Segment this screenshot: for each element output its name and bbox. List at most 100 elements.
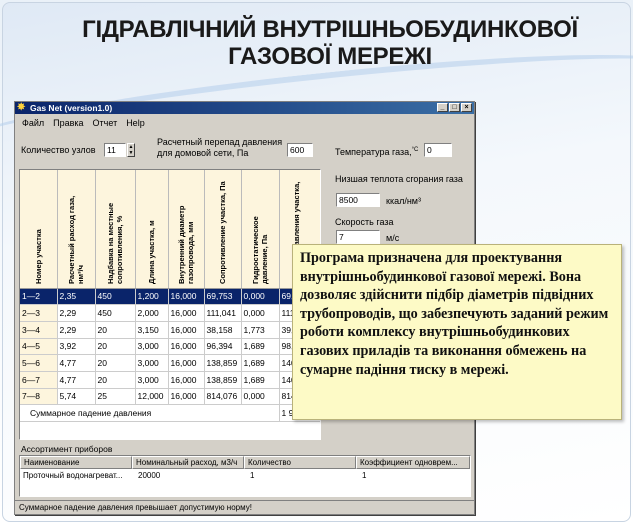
total-label: Суммарное падение давления	[20, 404, 279, 422]
table-row[interactable]: 5—6 4,77 20 3,000 16,000 138,859 1,689 1…	[20, 354, 320, 372]
total-row: Суммарное падение давления 1 943,109	[20, 404, 320, 422]
cell: 3—4	[20, 321, 58, 339]
cell: 16,000	[168, 354, 205, 372]
cell: 3,92	[57, 338, 96, 356]
temperature-input[interactable]: 0	[424, 143, 452, 157]
cell: 1—2	[20, 288, 58, 306]
col-header-text: Надбавка на местные сопротивления, %	[106, 202, 124, 284]
devices-row[interactable]: Проточный водонагреват... 20000 1 1	[20, 469, 470, 482]
devices-col-name[interactable]: Наименование	[20, 456, 132, 469]
cell: 1,689	[241, 371, 280, 389]
cell: 111,041	[204, 304, 242, 322]
table-row[interactable]: 1—2 2,35 450 1,200 16,000 69,753 0,000 6…	[20, 288, 320, 306]
cell: 2,35	[57, 288, 96, 306]
window-titlebar[interactable]: ✸ Gas Net (version1.0) _ □ ×	[15, 102, 474, 114]
cell: 3,000	[135, 354, 169, 372]
col-header-text: Расчетный расход газа, нм³/ч	[67, 195, 85, 284]
nodes-spinner[interactable]: ▲ ▼	[127, 143, 135, 157]
col-header-text: Номер участка	[33, 228, 43, 284]
cell: 4,77	[57, 371, 96, 389]
window-title: Gas Net (version1.0)	[30, 103, 113, 113]
cell: Проточный водонагреват...	[23, 471, 123, 480]
cell: 4,77	[57, 354, 96, 372]
cell: 2,000	[135, 304, 169, 322]
nodes-label: Количество узлов	[21, 145, 96, 155]
close-icon[interactable]: ×	[461, 103, 472, 112]
cell: 12,000	[135, 388, 169, 406]
devices-header-row: Наименование Номинальный расход, м3/ч Ко…	[20, 456, 470, 469]
menu-item-help[interactable]: Help	[125, 118, 146, 128]
cell: 16,000	[168, 288, 205, 306]
col-header-hydrostatic[interactable]: Гидростатическое давление, Па	[241, 170, 280, 289]
cell: 5—6	[20, 354, 58, 372]
cell: 20	[95, 321, 136, 339]
cell: 2,29	[57, 304, 96, 322]
devices-table[interactable]: Наименование Номинальный расход, м3/ч Ко…	[19, 455, 471, 497]
cell: 6—7	[20, 371, 58, 389]
slide-title: ГІДРАВЛІЧНИЙ ВНУТРІШНЬОБУДИНКОВОЇ ГАЗОВО…	[82, 16, 578, 70]
temperature-label: Температура газа,°C	[335, 147, 419, 157]
maximize-icon[interactable]: □	[449, 103, 460, 112]
col-header-section[interactable]: Номер участка	[20, 170, 58, 289]
col-header-resistance[interactable]: Сопротивление участка, Па	[204, 170, 242, 289]
sections-table[interactable]: Номер участка Расчетный расход газа, нм³…	[19, 169, 321, 440]
table-header-row: Номер участка Расчетный расход газа, нм³…	[20, 170, 320, 289]
cell: 1,200	[135, 288, 169, 306]
nodes-input[interactable]: 11	[104, 143, 126, 157]
heat-label: Низшая теплота сгорания газа	[335, 174, 463, 184]
cell: 2,29	[57, 321, 96, 339]
cell: 0,000	[241, 304, 280, 322]
table-row[interactable]: 3—4 2,29 20 3,150 16,000 38,158 1,773 39…	[20, 321, 320, 339]
cell: 16,000	[168, 338, 205, 356]
cell: 814,076	[204, 388, 242, 406]
devices-col-count[interactable]: Количество	[244, 456, 356, 469]
cell: 5,74	[57, 388, 96, 406]
col-header-text: Внутренний диаметр газопровода, мм	[177, 205, 195, 284]
cell: 3,150	[135, 321, 169, 339]
devices-col-flow[interactable]: Номинальный расход, м3/ч	[132, 456, 244, 469]
cell: 20	[95, 371, 136, 389]
status-bar: Суммарное падение давления превышает доп…	[15, 500, 474, 514]
col-header-diameter[interactable]: Внутренний диаметр газопровода, мм	[168, 170, 205, 289]
cell: 1,773	[241, 321, 280, 339]
cell: 7—8	[20, 388, 58, 406]
cell: 138,859	[204, 371, 242, 389]
cell: 1	[250, 471, 255, 480]
cell: 20	[95, 354, 136, 372]
cell: 450	[95, 304, 136, 322]
table-row[interactable]: 2—3 2,29 450 2,000 16,000 111,041 0,000 …	[20, 304, 320, 322]
heat-input[interactable]: 8500	[336, 193, 380, 207]
table-row[interactable]: 6—7 4,77 20 3,000 16,000 138,859 1,689 1…	[20, 371, 320, 389]
table-row[interactable]: 4—5 3,92 20 3,000 16,000 96,394 1,689 98…	[20, 338, 320, 356]
flame-icon: ✸	[17, 102, 26, 113]
devices-col-coefficient[interactable]: Коэффициент одноврем...	[356, 456, 470, 469]
table-row[interactable]: 7—8 5,74 25 12,000 16,000 814,076 0,000 …	[20, 388, 320, 406]
col-header-text: Гидростатическое давление, Па	[251, 215, 269, 284]
col-header-flow[interactable]: Расчетный расход газа, нм³/ч	[57, 170, 96, 289]
cell: 16,000	[168, 304, 205, 322]
cell: 16,000	[168, 388, 205, 406]
menu-item-report[interactable]: Отчет	[92, 118, 119, 128]
minimize-icon[interactable]: _	[437, 103, 448, 112]
col-header-allowance[interactable]: Надбавка на местные сопротивления, %	[95, 170, 136, 289]
cell: 69,753	[204, 288, 242, 306]
speed-label: Скорость газа	[335, 217, 394, 227]
cell: 96,394	[204, 338, 242, 356]
window-controls: _ □ ×	[437, 103, 472, 112]
cell: 16,000	[168, 321, 205, 339]
pressure-input[interactable]: 600	[287, 143, 313, 157]
menu-item-edit[interactable]: Правка	[52, 118, 84, 128]
col-header-text: Сопротивление участка, Па	[218, 180, 227, 284]
cell: 3,000	[135, 338, 169, 356]
speed-input[interactable]: 7	[336, 230, 380, 244]
cell: 0,000	[241, 288, 280, 306]
menu-item-file[interactable]: Файл	[21, 118, 45, 128]
cell: 4—5	[20, 338, 58, 356]
devices-group-label: Ассортимент приборов	[21, 444, 113, 454]
speed-unit: м/с	[386, 233, 400, 243]
cell: 450	[95, 288, 136, 306]
col-header-length[interactable]: Длина участка, м	[135, 170, 169, 289]
cell: 38,158	[204, 321, 242, 339]
pressure-label-line1: Расчетный перепад давления	[157, 137, 283, 147]
col-header-text: Длина участка, м	[147, 219, 156, 284]
